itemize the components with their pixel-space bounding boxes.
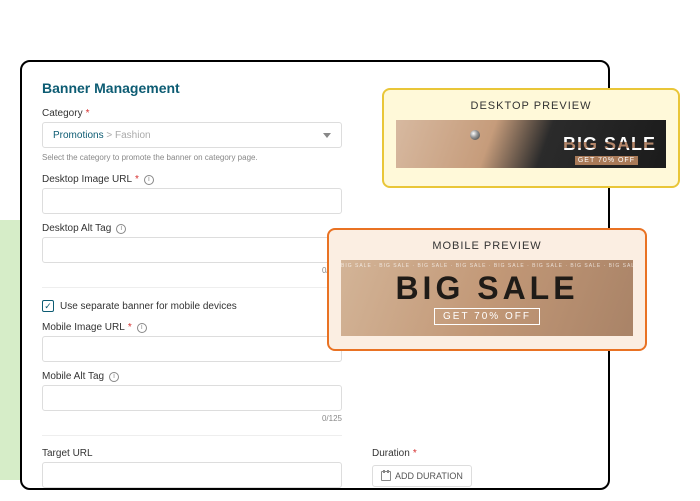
banner-get-off-text: GET 70% OFF [575,156,638,165]
required-marker: * [128,322,132,333]
desktop-banner-preview: BIG SALE GET 70% OFF [396,120,666,168]
divider [42,435,342,436]
desktop-alt-counter: 0/125 [42,266,342,275]
calendar-icon [381,471,391,481]
target-url-input[interactable] [42,462,342,488]
add-duration-button[interactable]: ADD DURATION [372,465,472,487]
banner-big-sale-text: BIG SALE [395,272,578,304]
mobile-preview-card: MOBILE PREVIEW BIG SALE · BIG SALE · BIG… [327,228,647,351]
required-marker: * [135,174,139,185]
divider [42,287,342,288]
info-icon[interactable]: i [144,175,154,185]
target-url-label: Target URL [42,448,342,459]
required-marker: * [86,108,90,119]
category-breadcrumb-1: Promotions [53,130,104,141]
mobile-preview-title: MOBILE PREVIEW [341,240,633,252]
chevron-down-icon [323,133,331,138]
banner-big-sale-text: BIG SALE [563,134,656,155]
desktop-alt-input[interactable] [42,237,342,263]
desktop-preview-title: DESKTOP PREVIEW [396,100,666,112]
mobile-banner-preview: BIG SALE · BIG SALE · BIG SALE · BIG SAL… [341,260,633,336]
mobile-alt-counter: 0/125 [42,414,342,423]
separate-mobile-label: Use separate banner for mobile devices [60,301,237,312]
mobile-alt-input[interactable] [42,385,342,411]
info-icon[interactable]: i [137,323,147,333]
info-icon[interactable]: i [109,372,119,382]
required-marker: * [413,448,417,459]
duration-label: Duration * [372,448,472,459]
desktop-image-url-input[interactable] [42,188,342,214]
banner-get-off-text: GET 70% OFF [434,308,540,325]
category-select[interactable]: Promotions > Fashion [42,122,342,148]
separate-mobile-checkbox[interactable]: ✓ [42,300,54,312]
desktop-preview-card: DESKTOP PREVIEW BIG SALE GET 70% OFF [382,88,680,188]
info-icon[interactable]: i [116,224,126,234]
mobile-alt-label: Mobile Alt Tag i [42,371,588,382]
banner-marquee-strip: BIG SALE · BIG SALE · BIG SALE · BIG SAL… [341,263,633,269]
mobile-image-url-input[interactable] [42,336,342,362]
category-breadcrumb-2: Fashion [115,130,151,141]
